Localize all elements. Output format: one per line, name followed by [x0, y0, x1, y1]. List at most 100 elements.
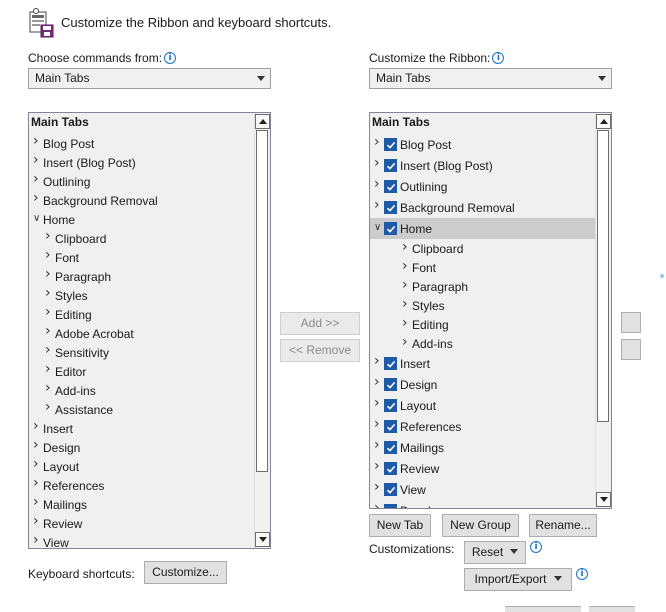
scroll-up-button[interactable]: [596, 114, 611, 129]
list-item-blog-post[interactable]: › Blog Post: [29, 133, 254, 153]
list-item-outlining[interactable]: › Outlining: [29, 171, 254, 191]
scroll-thumb[interactable]: [256, 130, 268, 472]
chevron-right-icon[interactable]: ›: [374, 395, 384, 411]
import-export-button[interactable]: Import/Export: [464, 568, 572, 591]
rename-button[interactable]: Rename...: [529, 514, 597, 537]
chevron-right-icon[interactable]: ›: [45, 247, 55, 263]
list-item-view[interactable]: › View: [29, 532, 254, 548]
chevron-right-icon[interactable]: ›: [374, 176, 384, 192]
checkbox-checked-icon[interactable]: [384, 222, 397, 235]
chevron-right-icon[interactable]: ›: [374, 416, 384, 432]
info-icon[interactable]: i: [164, 52, 177, 64]
list-item-layout[interactable]: › Layout: [29, 456, 254, 476]
chevron-right-icon[interactable]: ›: [33, 475, 43, 491]
chevron-right-icon[interactable]: ›: [33, 513, 43, 529]
info-icon[interactable]: i: [492, 52, 505, 64]
chevron-right-icon[interactable]: ›: [374, 155, 384, 171]
chevron-right-icon[interactable]: ›: [402, 239, 412, 255]
scroll-thumb[interactable]: [597, 130, 609, 422]
checkbox-checked-icon[interactable]: [384, 462, 397, 475]
chevron-right-icon[interactable]: ›: [33, 418, 43, 434]
chevron-right-icon[interactable]: ›: [45, 380, 55, 396]
checkbox-checked-icon[interactable]: [384, 201, 397, 214]
chevron-right-icon[interactable]: ›: [402, 315, 412, 331]
move-up-button[interactable]: [621, 312, 641, 333]
ribbon-item-styles[interactable]: › Styles: [370, 296, 595, 315]
chevron-right-icon[interactable]: ›: [374, 197, 384, 213]
chevron-right-icon[interactable]: ›: [33, 532, 43, 548]
info-icon[interactable]: i: [530, 541, 542, 553]
info-icon[interactable]: i: [576, 568, 588, 580]
chevron-right-icon[interactable]: ›: [33, 456, 43, 472]
chevron-right-icon[interactable]: ›: [374, 479, 384, 495]
chevron-right-icon[interactable]: ›: [402, 296, 412, 312]
add-button[interactable]: Add >>: [280, 312, 360, 335]
list-item-styles[interactable]: › Styles: [29, 285, 254, 305]
ribbon-item-editing[interactable]: › Editing: [370, 315, 595, 334]
ok-button[interactable]: [505, 606, 581, 612]
chevron-right-icon[interactable]: ›: [45, 323, 55, 339]
chevron-right-icon[interactable]: ›: [45, 342, 55, 358]
customize-ribbon-dropdown[interactable]: Main Tabs: [369, 68, 612, 89]
list-item-insert[interactable]: › Insert: [29, 418, 254, 438]
list-item-paragraph[interactable]: › Paragraph: [29, 266, 254, 286]
scroll-up-button[interactable]: [255, 114, 270, 129]
chevron-right-icon[interactable]: ›: [374, 374, 384, 390]
choose-commands-dropdown[interactable]: Main Tabs: [28, 68, 271, 89]
checkbox-checked-icon[interactable]: [384, 378, 397, 391]
cancel-button[interactable]: [589, 606, 635, 612]
list-item-adobe-acrobat[interactable]: › Adobe Acrobat: [29, 323, 254, 343]
new-tab-button[interactable]: New Tab: [369, 514, 431, 537]
chevron-right-icon[interactable]: ›: [33, 152, 43, 168]
list-item-review[interactable]: › Review: [29, 513, 254, 533]
list-item-background-removal[interactable]: › Background Removal: [29, 190, 254, 210]
checkbox-checked-icon[interactable]: [384, 357, 397, 370]
list-item-mailings[interactable]: › Mailings: [29, 494, 254, 514]
chevron-down-icon[interactable]: ∨: [33, 213, 43, 225]
chevron-right-icon[interactable]: ›: [374, 437, 384, 453]
ribbon-tabs-list[interactable]: Main Tabs › Blog Post › Insert (Blog Post) ›…: [369, 112, 612, 509]
reset-button[interactable]: Reset: [464, 541, 526, 564]
list-item-references[interactable]: › References: [29, 475, 254, 495]
chevron-right-icon[interactable]: ›: [45, 228, 55, 244]
ribbon-item-layout[interactable]: › Layout: [370, 395, 595, 416]
scroll-down-button[interactable]: [255, 532, 270, 547]
checkbox-checked-icon[interactable]: [384, 504, 397, 508]
ribbon-item-add-ins[interactable]: › Add-ins: [370, 334, 595, 353]
chevron-right-icon[interactable]: ›: [33, 190, 43, 206]
chevron-right-icon[interactable]: ›: [45, 361, 55, 377]
chevron-right-icon[interactable]: ›: [45, 266, 55, 282]
chevron-right-icon[interactable]: ›: [402, 277, 412, 293]
new-group-button[interactable]: New Group: [442, 514, 519, 537]
chevron-right-icon[interactable]: ›: [374, 353, 384, 369]
customize-shortcuts-button[interactable]: Customize...: [144, 561, 227, 584]
chevron-right-icon[interactable]: ›: [45, 285, 55, 301]
chevron-right-icon[interactable]: ›: [33, 171, 43, 187]
list-item-sensitivity[interactable]: › Sensitivity: [29, 342, 254, 362]
ribbon-item-mailings[interactable]: › Mailings: [370, 437, 595, 458]
ribbon-item-clipboard[interactable]: › Clipboard: [370, 239, 595, 258]
ribbon-item-developer[interactable]: › Developer: [370, 500, 595, 508]
chevron-down-icon[interactable]: ∨: [374, 222, 384, 234]
chevron-right-icon[interactable]: ›: [374, 500, 384, 508]
scroll-down-button[interactable]: [596, 492, 611, 507]
chevron-right-icon[interactable]: ›: [33, 133, 43, 149]
ribbon-item-insert-blog-post[interactable]: › Insert (Blog Post): [370, 155, 595, 176]
vertical-scrollbar[interactable]: [595, 113, 611, 508]
ribbon-item-references[interactable]: › References: [370, 416, 595, 437]
chevron-right-icon[interactable]: ›: [45, 399, 55, 415]
list-item-clipboard[interactable]: › Clipboard: [29, 228, 254, 248]
checkbox-checked-icon[interactable]: [384, 420, 397, 433]
checkbox-checked-icon[interactable]: [384, 441, 397, 454]
chevron-right-icon[interactable]: ›: [33, 494, 43, 510]
checkbox-checked-icon[interactable]: [384, 180, 397, 193]
ribbon-item-background-removal[interactable]: › Background Removal: [370, 197, 595, 218]
ribbon-item-blog-post[interactable]: › Blog Post: [370, 134, 595, 155]
checkbox-checked-icon[interactable]: [384, 159, 397, 172]
list-item-font[interactable]: › Font: [29, 247, 254, 267]
ribbon-item-outlining[interactable]: › Outlining: [370, 176, 595, 197]
list-item-editor[interactable]: › Editor: [29, 361, 254, 381]
ribbon-item-home[interactable]: ∨ Home: [370, 218, 595, 239]
chevron-right-icon[interactable]: ›: [402, 334, 412, 350]
list-item-design[interactable]: › Design: [29, 437, 254, 457]
